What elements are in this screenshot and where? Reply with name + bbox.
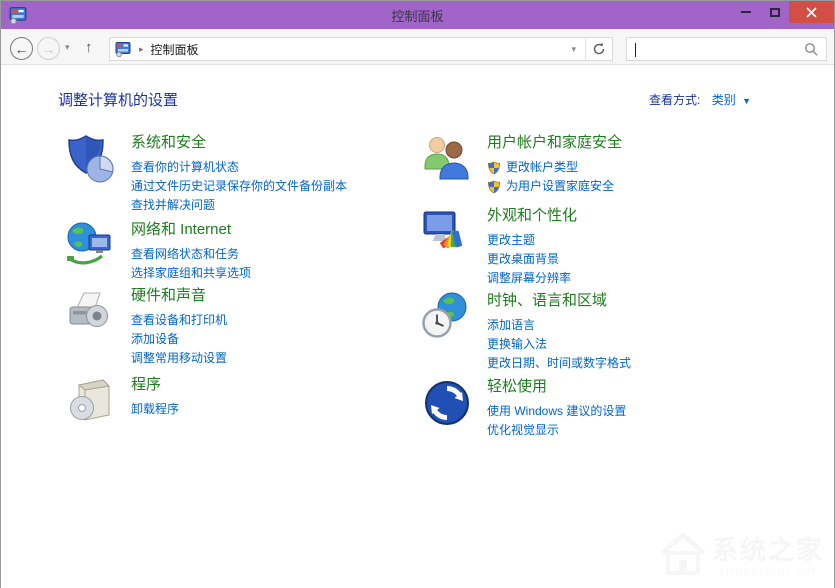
task-link[interactable]: 查找并解决问题 xyxy=(131,196,347,215)
category-title[interactable]: 硬件和声音 xyxy=(131,286,227,306)
control-panel-icon xyxy=(115,41,131,57)
control-panel-window: 控制面板 ← → ▾ ↑ ▸ 控制面板 ▾ xyxy=(0,0,835,588)
text-caret xyxy=(635,43,636,57)
view-by-label: 查看方式: xyxy=(649,93,700,107)
task-link[interactable]: 添加语言 xyxy=(487,316,631,335)
task-link[interactable]: 通过文件历史记录保存你的文件备份副本 xyxy=(131,177,347,196)
task-link[interactable]: 添加设备 xyxy=(131,330,227,349)
category-column-left: 系统和安全 查看你的计算机状态 通过文件历史记录保存你的文件备份副本 查找并解决… xyxy=(65,133,410,427)
search-input[interactable] xyxy=(626,37,827,61)
search-icon xyxy=(804,42,819,57)
maximize-button[interactable] xyxy=(760,1,789,23)
task-link-label: 为用户设置家庭安全 xyxy=(506,177,614,196)
category-clock-language: 时钟、语言和区域 添加语言 更换输入法 更改日期、时间或数字格式 xyxy=(421,291,811,373)
category-title[interactable]: 系统和安全 xyxy=(131,133,347,153)
category-user-accounts: 用户帐户和家庭安全 更改帐户类型 为用户设置家庭安全 xyxy=(421,133,811,196)
uac-shield-icon xyxy=(487,161,501,175)
appearance-monitor-icon[interactable] xyxy=(421,206,473,258)
task-link[interactable]: 调整屏幕分辨率 xyxy=(487,269,577,288)
task-link-label: 更改帐户类型 xyxy=(506,158,578,177)
task-link[interactable]: 查看网络状态和任务 xyxy=(131,245,251,264)
refresh-icon xyxy=(592,42,606,56)
category-network-internet: 网络和 Internet 查看网络状态和任务 选择家庭组和共享选项 xyxy=(65,220,410,283)
category-title[interactable]: 轻松使用 xyxy=(487,377,626,397)
category-programs: 程序 卸载程序 xyxy=(65,375,410,427)
ease-of-access-icon[interactable] xyxy=(421,377,473,429)
history-dropdown-button[interactable]: ▾ xyxy=(65,42,70,53)
task-link[interactable]: 更换输入法 xyxy=(487,335,631,354)
titlebar: 控制面板 xyxy=(1,1,834,29)
category-title[interactable]: 外观和个性化 xyxy=(487,206,577,226)
breadcrumb-arrow-icon: ▸ xyxy=(139,44,144,55)
refresh-button[interactable] xyxy=(585,38,612,60)
program-box-icon[interactable] xyxy=(65,375,117,427)
window-title: 控制面板 xyxy=(1,6,834,25)
address-dropdown-button[interactable]: ▾ xyxy=(562,44,585,55)
task-link[interactable]: 卸载程序 xyxy=(131,400,179,419)
category-appearance: 外观和个性化 更改主题 更改桌面背景 调整屏幕分辨率 xyxy=(421,206,811,288)
control-panel-app-icon xyxy=(9,6,27,24)
task-link[interactable]: 为用户设置家庭安全 xyxy=(487,177,622,196)
user-accounts-icon[interactable] xyxy=(421,133,473,185)
task-link[interactable]: 查看设备和打印机 xyxy=(131,311,227,330)
task-link[interactable]: 查看你的计算机状态 xyxy=(131,158,347,177)
view-by-value[interactable]: 类别 xyxy=(712,93,736,107)
uac-shield-icon xyxy=(487,180,501,194)
clock-globe-icon[interactable] xyxy=(421,291,473,343)
back-button[interactable]: ← xyxy=(10,37,33,60)
minimize-icon xyxy=(741,11,751,13)
task-link[interactable]: 更改桌面背景 xyxy=(487,250,577,269)
task-link[interactable]: 更改主题 xyxy=(487,231,577,250)
view-by-control: 查看方式: 类别 ▼ xyxy=(649,91,751,108)
address-bar[interactable]: ▸ 控制面板 ▾ xyxy=(109,37,613,61)
task-link[interactable]: 更改帐户类型 xyxy=(487,158,622,177)
task-link[interactable]: 更改日期、时间或数字格式 xyxy=(487,354,631,373)
breadcrumb[interactable]: 控制面板 xyxy=(151,41,199,58)
chevron-down-icon: ▾ xyxy=(65,42,70,52)
up-arrow-icon: ↑ xyxy=(85,39,93,56)
task-link[interactable]: 使用 Windows 建议的设置 xyxy=(487,402,626,421)
category-title[interactable]: 程序 xyxy=(131,375,179,395)
task-link[interactable]: 调整常用移动设置 xyxy=(131,349,227,368)
category-hardware-sound: 硬件和声音 查看设备和打印机 添加设备 调整常用移动设置 xyxy=(65,286,410,368)
page-title: 调整计算机的设置 xyxy=(58,89,178,110)
category-ease-of-access: 轻松使用 使用 Windows 建议的设置 优化视觉显示 xyxy=(421,377,811,440)
category-column-right: 用户帐户和家庭安全 更改帐户类型 为用户设置家庭安全 xyxy=(421,133,811,440)
task-link[interactable]: 选择家庭组和共享选项 xyxy=(131,264,251,283)
security-shield-icon[interactable] xyxy=(65,133,117,185)
forward-icon: → xyxy=(42,42,56,56)
maximize-icon xyxy=(770,8,780,17)
close-button[interactable] xyxy=(789,1,834,23)
minimize-button[interactable] xyxy=(731,1,760,23)
close-icon xyxy=(806,7,817,18)
network-globe-icon[interactable] xyxy=(65,220,117,272)
category-title[interactable]: 用户帐户和家庭安全 xyxy=(487,133,622,153)
task-link[interactable]: 优化视觉显示 xyxy=(487,421,626,440)
printer-sound-icon[interactable] xyxy=(65,286,117,338)
category-title[interactable]: 时钟、语言和区域 xyxy=(487,291,631,311)
category-title[interactable]: 网络和 Internet xyxy=(131,220,251,240)
content-area: 调整计算机的设置 查看方式: 类别 ▼ 系统和安全 查看你的计算机状态 通过文件… xyxy=(1,65,834,588)
view-by-caret-icon[interactable]: ▼ xyxy=(742,96,751,106)
back-icon: ← xyxy=(15,42,29,56)
forward-button[interactable]: → xyxy=(37,37,60,60)
up-button[interactable]: ↑ xyxy=(85,39,93,56)
category-system-security: 系统和安全 查看你的计算机状态 通过文件历史记录保存你的文件备份副本 查找并解决… xyxy=(65,133,410,215)
